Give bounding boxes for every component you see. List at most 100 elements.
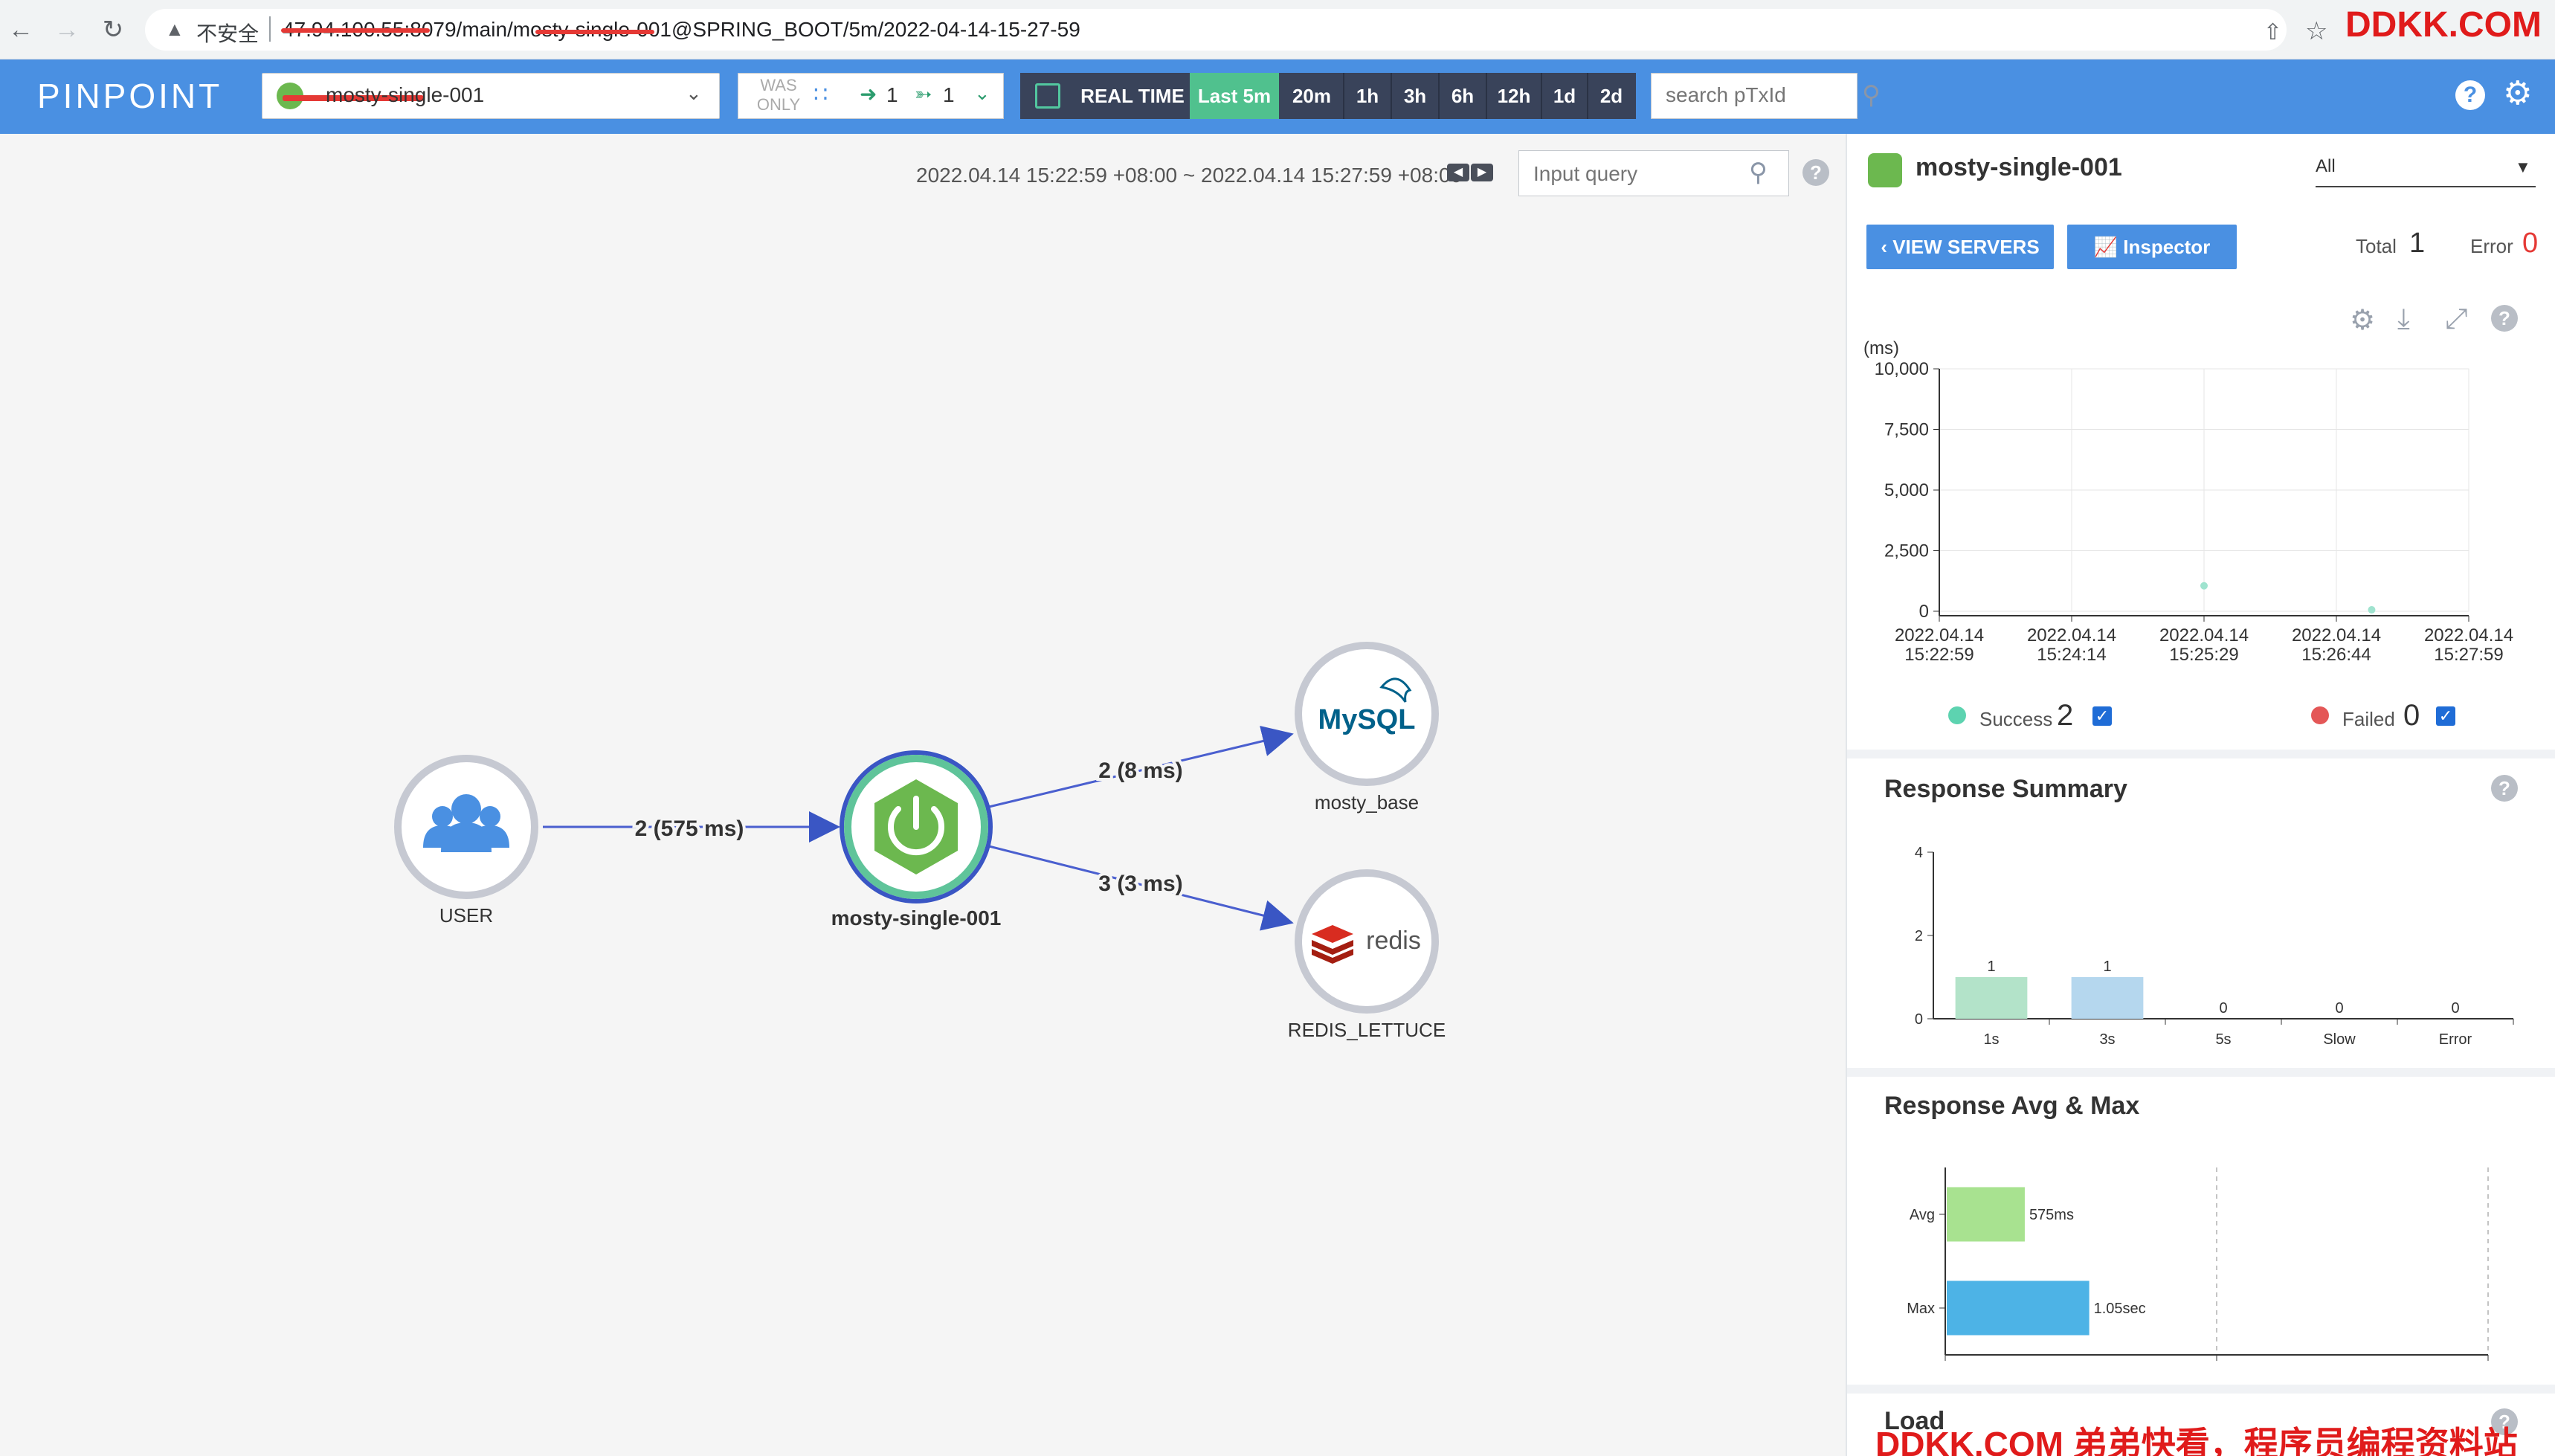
scatter-ylabel: (ms) (1863, 338, 1899, 358)
help-icon[interactable]: ? (2455, 80, 2485, 110)
redaction-scribble (535, 30, 654, 34)
back-icon[interactable]: ← (7, 16, 34, 43)
y-tick-label: 2 (1915, 928, 1923, 944)
node-label: REDIS_LETTUCE (1288, 1019, 1446, 1041)
time-last-5m[interactable]: Last 5m (1190, 73, 1279, 119)
search-icon[interactable]: ⚲ (1862, 80, 1881, 110)
gear-icon[interactable]: ⚙ (2350, 303, 2375, 337)
expand-icon[interactable]: ⤢ (2445, 303, 2467, 335)
failed-count: 0 (2403, 699, 2420, 732)
reload-icon[interactable]: ↻ (100, 16, 126, 43)
response-summary-chart[interactable]: 4 2 0 1 1s 1 3s 0 5s 0 Slow 0 Error (1904, 833, 2528, 1071)
svg-text:MySQL: MySQL (1318, 704, 1416, 735)
bar (1947, 1187, 2025, 1242)
agent-select-value[interactable]: All (2316, 156, 2336, 177)
caret-down-icon[interactable]: ▼ (2515, 158, 2531, 177)
insecure-label[interactable]: 不安全 (196, 18, 259, 48)
forward-icon[interactable]: → (54, 16, 80, 43)
failed-legend-dot (2311, 706, 2329, 724)
category-label: Slow (2323, 1031, 2356, 1048)
trend-chart-icon: 📈 (2093, 236, 2124, 258)
node-mysql[interactable]: MySQL mosty_base (1295, 642, 1439, 814)
success-legend-label: Success (1979, 708, 2053, 730)
chevron-down-icon[interactable]: ⌄ (974, 82, 990, 105)
response-avgmax-title: Response Avg & Max (1884, 1092, 2140, 1120)
y-tick-label: 5,000 (1884, 480, 1929, 500)
failed-legend-label: Failed (2342, 708, 2395, 730)
y-tick-label: 2,500 (1884, 541, 1929, 561)
warning-icon[interactable]: ▲ (165, 18, 184, 41)
success-point (2368, 606, 2376, 614)
time-20m[interactable]: 20m (1280, 73, 1343, 119)
scatter-points (2200, 582, 2376, 614)
total-label: Total (2356, 235, 2397, 257)
agent-select[interactable] (2316, 155, 2536, 187)
share-icon[interactable]: ⇧ (2264, 19, 2282, 45)
x-tick-date: 2022.04.14 (2159, 625, 2249, 645)
bar-value-label: 0 (2335, 1000, 2343, 1017)
node-label: USER (439, 904, 493, 927)
link-app-redis[interactable]: 3 (3 ms) (988, 845, 1294, 931)
x-tick-label: 0ms (1931, 1366, 1959, 1368)
node-label: mosty-single-001 (831, 906, 1002, 930)
ptxid-search-input[interactable] (1666, 83, 1829, 107)
view-servers-button[interactable]: ‹ VIEW SERVERS (1866, 225, 2054, 269)
link-user-app[interactable]: 2 (575 ms) (543, 811, 840, 844)
x-tick-date: 2022.04.14 (2292, 625, 2381, 645)
success-checkbox[interactable]: ✓ (2092, 706, 2112, 726)
link-label: 2 (575 ms) (635, 816, 744, 841)
server-map-icon: ∷ (813, 83, 828, 107)
success-point (2200, 582, 2208, 590)
node-user[interactable]: USER (394, 755, 538, 927)
x-tick-time: 15:25:29 (2169, 645, 2238, 665)
server-map-canvas[interactable]: 2 (575 ms) 2 (8 ms) 3 (3 ms) USER mosty-… (0, 134, 1846, 1456)
success-count: 2 (2057, 699, 2074, 732)
failed-checkbox[interactable]: ✓ (2436, 706, 2455, 726)
chevron-down-icon[interactable]: ⌄ (686, 82, 702, 105)
download-icon[interactable]: ⤓ (2397, 303, 2410, 335)
node-redis[interactable]: redis REDIS_LETTUCE (1288, 869, 1446, 1041)
bar (2071, 977, 2144, 1019)
category-label: Max (1907, 1301, 1935, 1317)
calendar-icon[interactable] (1035, 83, 1060, 109)
category-label: 1s (1983, 1031, 1999, 1048)
y-tick-label: 0 (1919, 602, 1929, 622)
category-label: 3s (2099, 1031, 2115, 1048)
scatter-yticks: 10,000 7,500 5,000 2,500 0 (1875, 359, 1940, 622)
divider (1847, 1385, 2555, 1394)
gear-icon[interactable]: ⚙ (2503, 74, 2532, 112)
response-avgmax-chart[interactable]: 0ms 2sec 4sec Avg 575ms Max 1.05sec (1889, 1160, 2513, 1368)
was-only-toggle[interactable]: WAS ONLY (753, 76, 805, 115)
pinpoint-logo[interactable]: PINPOINT (37, 76, 222, 116)
help-icon[interactable]: ? (2491, 775, 2518, 802)
error-label: Error (2470, 235, 2513, 257)
bar-value-label: 1.05sec (2094, 1301, 2146, 1317)
y-tick-label: 10,000 (1875, 359, 1929, 379)
time-1d[interactable]: 1d (1542, 73, 1587, 119)
x-tick-time: 15:22:59 (1904, 645, 1974, 665)
time-realtime[interactable]: REAL TIME (1077, 73, 1188, 119)
inspector-label: Inspector (2123, 236, 2211, 258)
bookmark-star-icon[interactable]: ☆ (2305, 16, 2327, 46)
outbound-icon: ➳ (915, 83, 932, 106)
time-3h[interactable]: 3h (1392, 73, 1438, 119)
link-label: 3 (3 ms) (1098, 872, 1182, 896)
time-2d[interactable]: 2d (1588, 73, 1634, 119)
help-icon[interactable]: ? (2491, 305, 2518, 332)
y-tick-label: 0 (1915, 1011, 1923, 1028)
x-tick-date: 2022.04.14 (1895, 625, 1984, 645)
scatter-chart[interactable]: (ms) 10,0007,5005,0002,5000 2022.04.1415… (1852, 335, 2551, 684)
time-12h[interactable]: 12h (1487, 73, 1541, 119)
time-1h[interactable]: 1h (1344, 73, 1391, 119)
time-6h[interactable]: 6h (1440, 73, 1486, 119)
node-app[interactable]: mosty-single-001 (831, 750, 1002, 930)
watermark-bottom: DDKK.COM 弟弟快看，程序员编程资料站 (1875, 1425, 2518, 1456)
outbound-depth[interactable]: 1 (943, 83, 955, 107)
x-tick-label: 2sec (2201, 1366, 2232, 1368)
bar (1947, 1281, 2090, 1336)
bar-value-label: 0 (2451, 1000, 2459, 1017)
inbound-depth[interactable]: 1 (886, 83, 898, 107)
link-app-mysql[interactable]: 2 (8 ms) (988, 725, 1294, 808)
inspector-button[interactable]: 📈 Inspector (2067, 225, 2237, 269)
scatter-grid (1939, 368, 2469, 612)
